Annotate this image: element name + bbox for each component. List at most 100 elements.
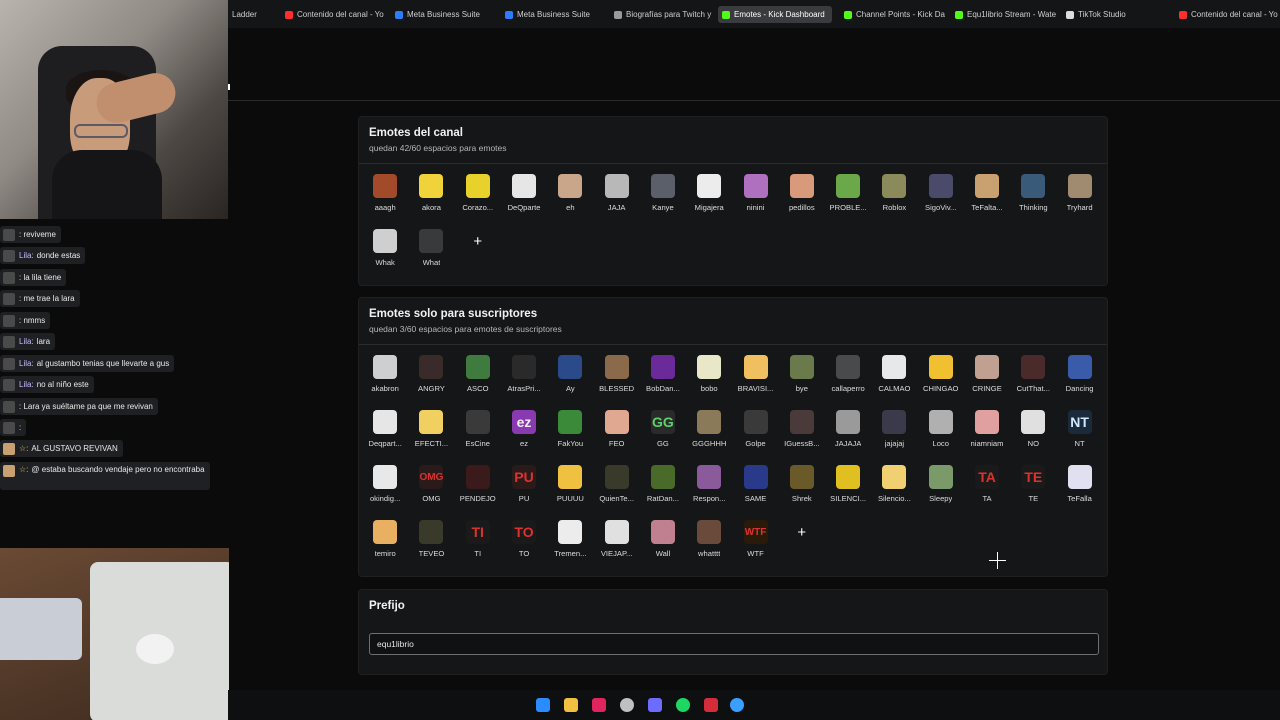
browser-tab[interactable]: Contenido del canal - Yo [1175, 6, 1280, 23]
emote-item[interactable]: SigoViv... [918, 174, 964, 229]
add-emote-button[interactable]: + [779, 520, 825, 575]
emote-item[interactable]: TA TA [964, 465, 1010, 520]
emote-item[interactable]: SILENCI... [825, 465, 871, 520]
emote-item[interactable]: WTF WTF [732, 520, 778, 575]
emote-item[interactable]: FEO [593, 410, 639, 465]
emote-item[interactable]: CutThat... [1010, 355, 1056, 410]
emote-item[interactable]: TeFalla [1056, 465, 1102, 520]
emote-item[interactable]: GG GG [640, 410, 686, 465]
emote-item[interactable]: TO TO [501, 520, 547, 575]
emote-item[interactable]: Silencio... [871, 465, 917, 520]
emote-item[interactable]: ASCO [455, 355, 501, 410]
browser-tab[interactable]: Biografías para Twitch y [610, 6, 714, 23]
emote-item[interactable]: GGGHHH [686, 410, 732, 465]
emote-item[interactable]: Kanye [640, 174, 686, 229]
emote-item[interactable]: AtrasPri... [501, 355, 547, 410]
app-blue-icon[interactable] [730, 698, 744, 712]
emote-item[interactable]: niamniam [964, 410, 1010, 465]
add-emote-button[interactable]: + [455, 229, 501, 284]
emote-item[interactable]: BLESSED [593, 355, 639, 410]
emote-item[interactable]: ninini [732, 174, 778, 229]
emote-item[interactable]: pedillos [779, 174, 825, 229]
browser-tab[interactable]: Ladder [228, 6, 278, 23]
emote-item[interactable]: CRINGE [964, 355, 1010, 410]
emote-item[interactable]: TI TI [455, 520, 501, 575]
emote-item[interactable]: jajajaj [871, 410, 917, 465]
emote-item[interactable]: Deqpart... [362, 410, 408, 465]
emote-item[interactable]: ez ez [501, 410, 547, 465]
emote-item[interactable]: What [408, 229, 454, 284]
emote-item[interactable]: Roblox [871, 174, 917, 229]
emote-item[interactable]: whatttt [686, 520, 732, 575]
emote-item[interactable]: DeQparte [501, 174, 547, 229]
emote-item[interactable]: Sleepy [918, 465, 964, 520]
emote-item[interactable]: Loco [918, 410, 964, 465]
emote-item[interactable]: aaagh [362, 174, 408, 229]
emote-item[interactable]: Shrek [779, 465, 825, 520]
emote-item[interactable]: Whak [362, 229, 408, 284]
emote-item[interactable]: eh [547, 174, 593, 229]
emote-item[interactable]: Tryhard [1056, 174, 1102, 229]
discord-icon[interactable] [648, 698, 662, 712]
emote-item[interactable]: Thinking [1010, 174, 1056, 229]
emote-item[interactable]: bye [779, 355, 825, 410]
emote-item[interactable]: temiro [362, 520, 408, 575]
emote-item[interactable]: okindig... [362, 465, 408, 520]
emote-item[interactable]: QuienTe... [593, 465, 639, 520]
emote-item[interactable]: Wall [640, 520, 686, 575]
app-red-icon[interactable] [592, 698, 606, 712]
browser-tab[interactable]: Meta Business Suite [391, 6, 495, 23]
emote-item[interactable]: BRAVISI... [732, 355, 778, 410]
spotify-icon[interactable] [676, 698, 690, 712]
emote-item[interactable]: ANGRY [408, 355, 454, 410]
emote-item[interactable]: Migajera [686, 174, 732, 229]
emote-item[interactable]: PU PU [501, 465, 547, 520]
emote-image: ez [512, 410, 537, 434]
emote-item[interactable]: Dancing [1056, 355, 1102, 410]
browser-tab[interactable]: Channel Points - Kick Da [840, 6, 946, 23]
emote-name: SAME [744, 494, 767, 503]
prefix-input[interactable]: equ1librio [369, 633, 1099, 655]
emote-item[interactable]: VIEJAP... [593, 520, 639, 575]
emote-item[interactable]: akora [408, 174, 454, 229]
emote-item[interactable]: JAJA [593, 174, 639, 229]
emote-item[interactable]: TE TE [1010, 465, 1056, 520]
chrome-icon[interactable] [620, 698, 634, 712]
emote-item[interactable]: BobDan... [640, 355, 686, 410]
emote-item[interactable]: PENDEJO [455, 465, 501, 520]
emote-item[interactable]: PUUUU [547, 465, 593, 520]
emote-item[interactable]: CHINGAO [918, 355, 964, 410]
browser-tab[interactable]: Contenido del canal - Yo [281, 6, 385, 23]
emote-item[interactable]: NO [1010, 410, 1056, 465]
emote-image [697, 410, 722, 434]
emote-item[interactable]: RatDan... [640, 465, 686, 520]
folder-icon[interactable] [564, 698, 578, 712]
emote-item[interactable]: SAME [732, 465, 778, 520]
emote-item[interactable]: EsCine [455, 410, 501, 465]
emote-item[interactable]: Respon... [686, 465, 732, 520]
opera-icon[interactable] [704, 698, 718, 712]
browser-tab[interactable]: Equ1librio Stream - Wate [951, 6, 1057, 23]
browser-tab[interactable]: Meta Business Suite [501, 6, 605, 23]
emote-item[interactable]: IGuessB... [779, 410, 825, 465]
emote-item[interactable]: Golpe [732, 410, 778, 465]
emote-item[interactable]: Tremen... [547, 520, 593, 575]
emote-item[interactable]: OMG OMG [408, 465, 454, 520]
browser-tab[interactable]: TikTok Studio [1062, 6, 1152, 23]
emote-item[interactable]: PROBLE... [825, 174, 871, 229]
emote-item[interactable]: FakYou [547, 410, 593, 465]
emote-item[interactable]: Ay [547, 355, 593, 410]
browser-tab[interactable]: Emotes - Kick Dashboard [718, 6, 832, 23]
windows-icon[interactable] [536, 698, 550, 712]
emote-item[interactable]: TeFalta... [964, 174, 1010, 229]
emote-item[interactable]: NT NT [1056, 410, 1102, 465]
tab-label: Equ1librio Stream - Wate [967, 10, 1057, 19]
emote-item[interactable]: JAJAJA [825, 410, 871, 465]
emote-item[interactable]: callaperro [825, 355, 871, 410]
emote-item[interactable]: akabron [362, 355, 408, 410]
emote-item[interactable]: CALMAO [871, 355, 917, 410]
emote-item[interactable]: Corazo... [455, 174, 501, 229]
emote-item[interactable]: EFECTI... [408, 410, 454, 465]
emote-item[interactable]: bobo [686, 355, 732, 410]
emote-item[interactable]: TEVEO [408, 520, 454, 575]
